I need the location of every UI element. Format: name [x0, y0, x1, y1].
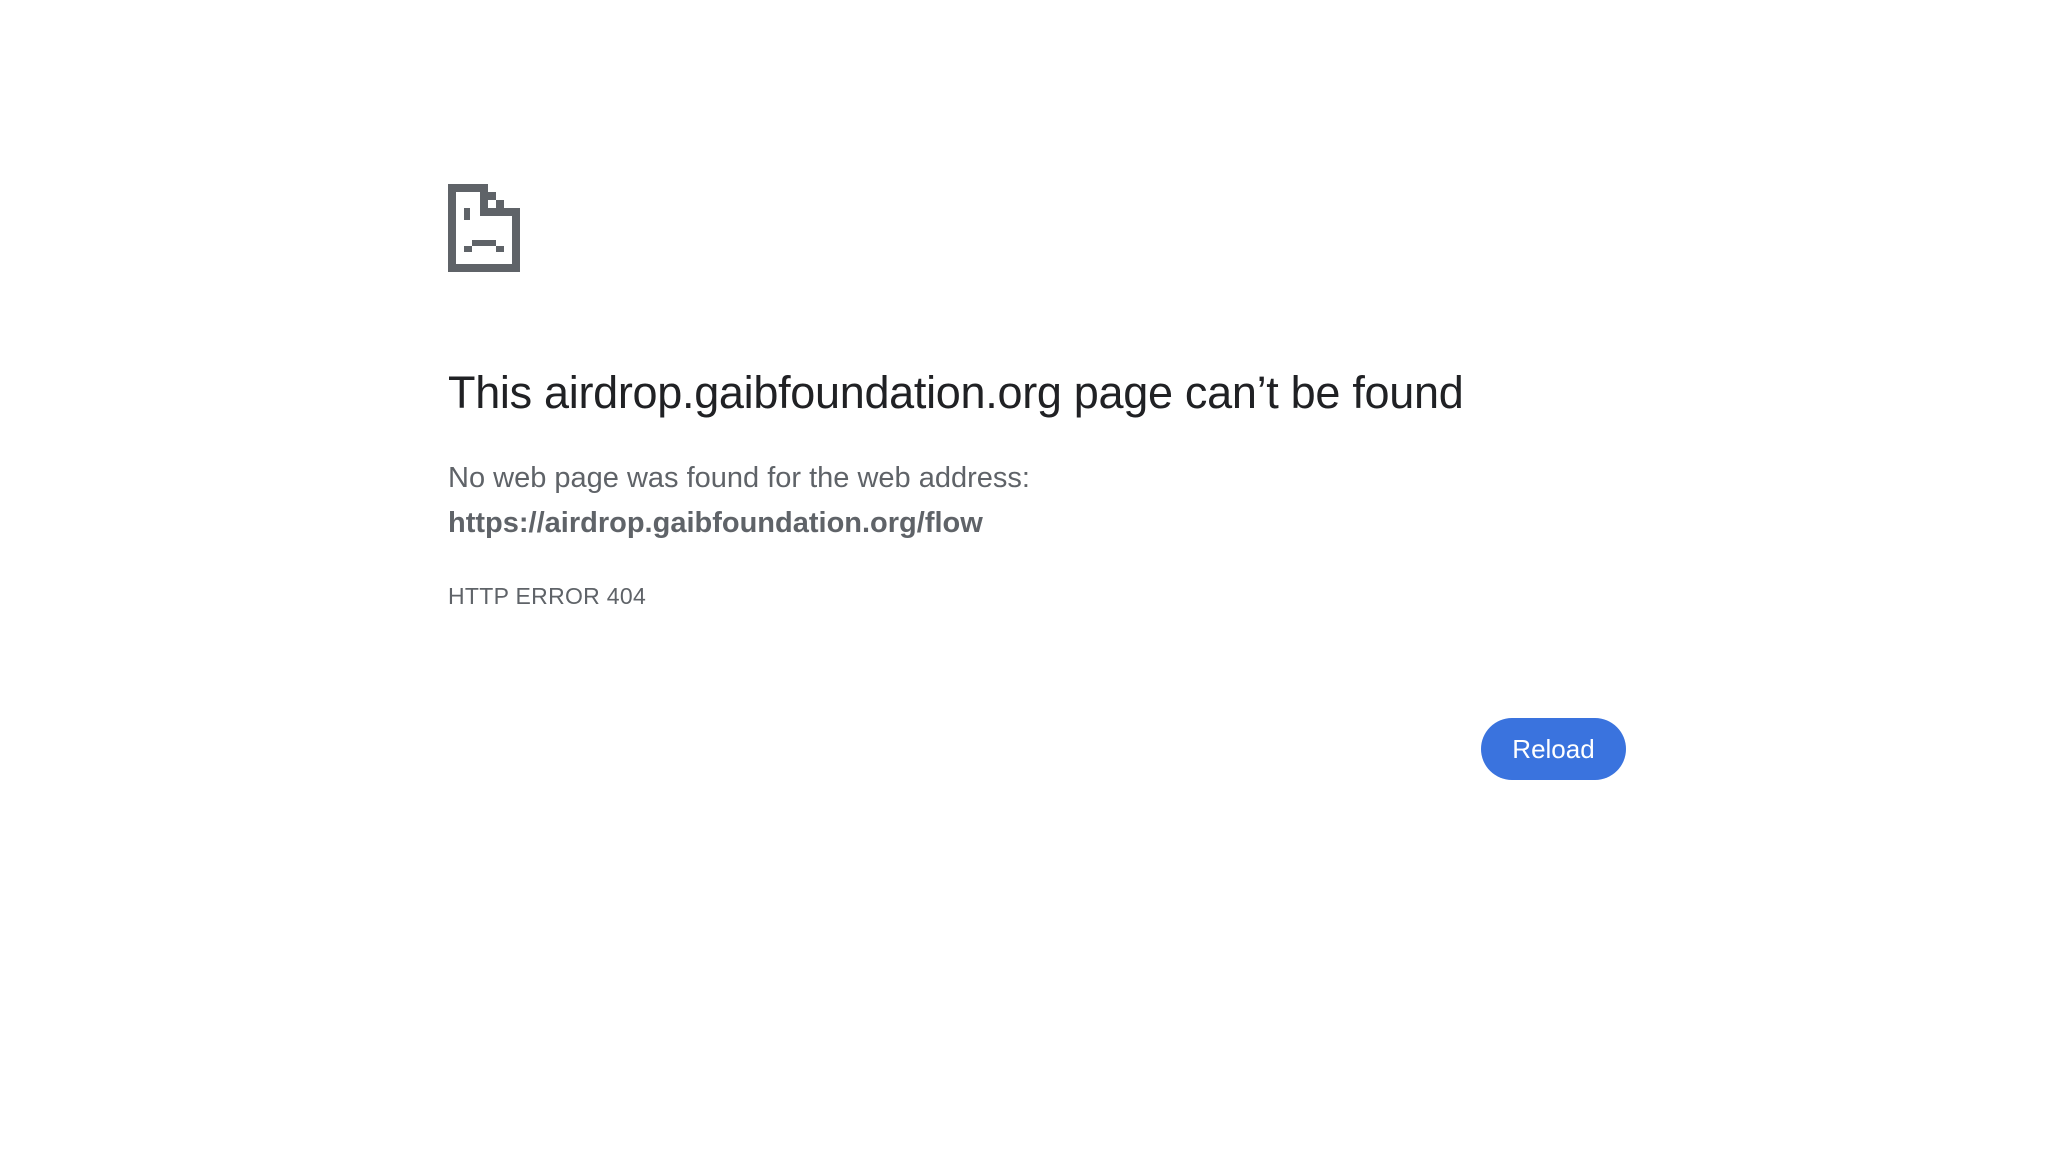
reload-button[interactable]: Reload: [1481, 718, 1626, 780]
error-summary: No web page was found for the web addres…: [448, 462, 1030, 494]
error-code: HTTP ERROR 404: [448, 583, 647, 609]
sad-page-icon: [448, 184, 520, 272]
failed-url: https://airdrop.gaibfoundation.org/flow: [448, 507, 983, 539]
page-title: This airdrop.gaibfoundation.org page can…: [448, 367, 1464, 418]
